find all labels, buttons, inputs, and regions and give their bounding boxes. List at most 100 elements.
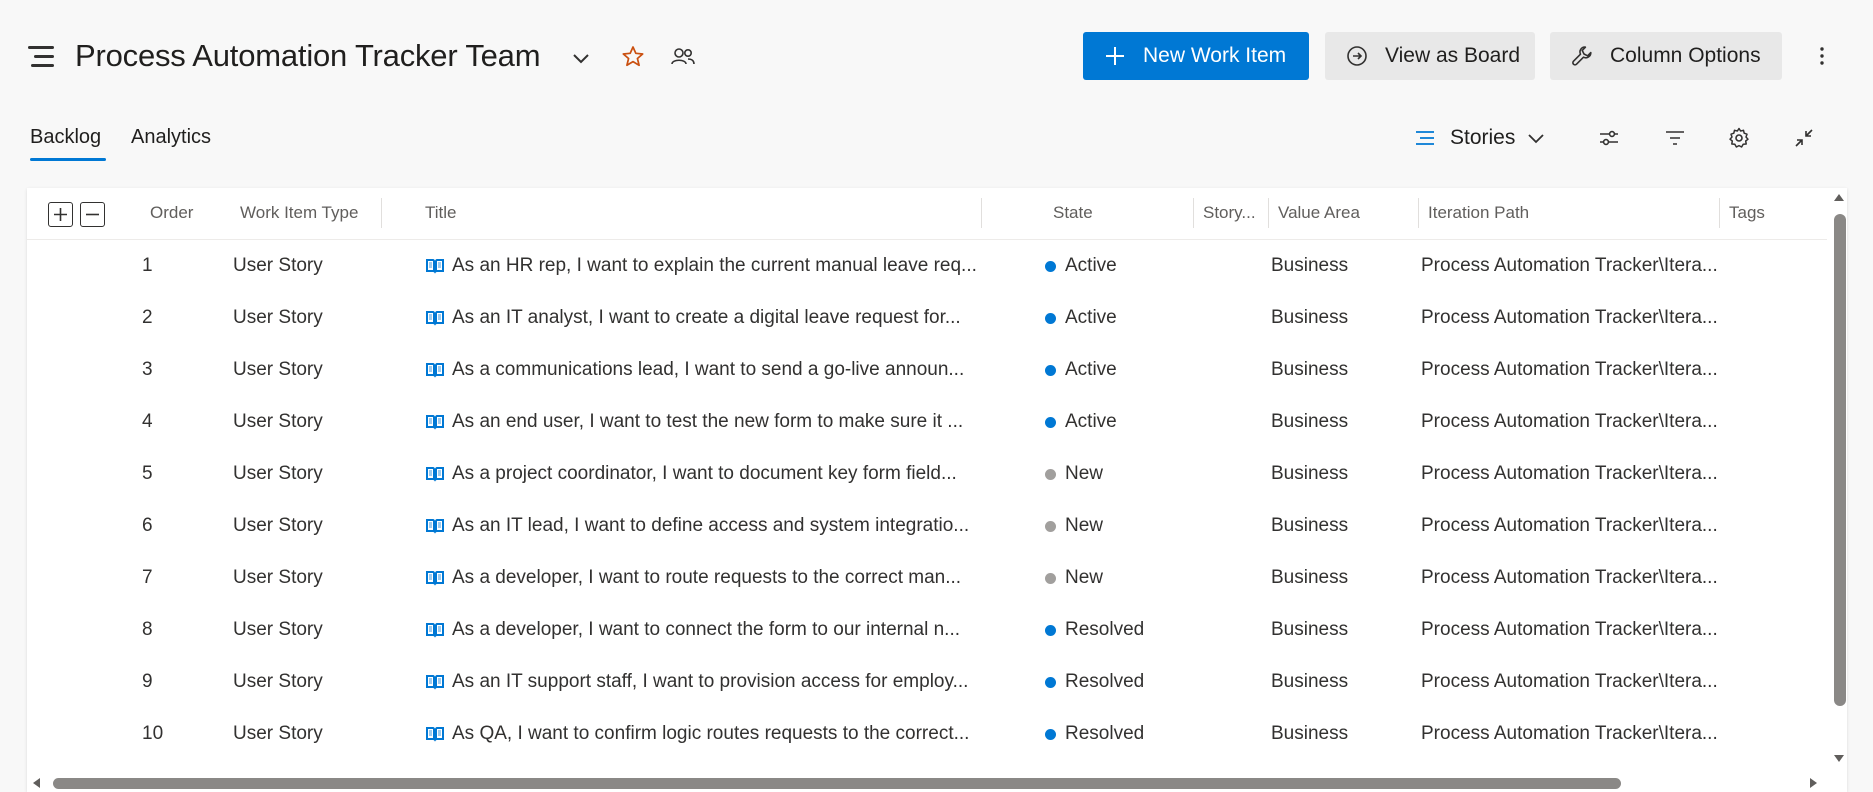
state-label: Active — [1065, 411, 1117, 432]
team-members-icon[interactable] — [669, 44, 699, 72]
user-story-book-icon — [426, 415, 444, 430]
title-cell[interactable]: As an IT analyst, I want to create a dig… — [424, 307, 1009, 329]
title-cell[interactable]: As an end user, I want to test the new f… — [424, 411, 1009, 433]
work-item-type-cell: User Story — [233, 411, 323, 432]
title-link[interactable]: As a developer, I want to route requests… — [452, 567, 961, 589]
table-row[interactable]: 5 User Story As a project coordinator, I w… — [27, 449, 1827, 501]
state-dot — [1045, 572, 1056, 584]
scroll-up-arrow-icon[interactable] — [1833, 192, 1845, 202]
iteration-path-cell: Process Automation Tracker\Itera... — [1421, 723, 1718, 744]
state-dot — [1045, 416, 1056, 428]
column-header-tags[interactable]: Tags — [1729, 203, 1765, 223]
column-divider[interactable] — [1719, 198, 1720, 228]
column-header-state[interactable]: State — [1053, 203, 1093, 223]
title-link[interactable]: As an HR rep, I want to explain the curr… — [452, 255, 977, 277]
iteration-path-cell: Process Automation Tracker\Itera... — [1421, 255, 1718, 276]
value-area-cell: Business — [1271, 411, 1349, 432]
title-link[interactable]: As a developer, I want to connect the fo… — [452, 619, 960, 641]
user-story-book-icon — [426, 259, 444, 274]
backlog-level-label: Stories — [1450, 126, 1516, 149]
collapse-all-icon[interactable] — [80, 202, 105, 227]
vertical-scrollbar-thumb[interactable] — [1834, 214, 1846, 706]
title-link[interactable]: As QA, I want to confirm logic routes re… — [452, 723, 969, 745]
state-dot — [1045, 364, 1056, 376]
state-cell[interactable]: Resolved — [1045, 671, 1144, 693]
scroll-right-arrow-icon[interactable] — [1809, 777, 1819, 789]
column-header-title[interactable]: Title — [425, 203, 457, 223]
backlog-level-selector[interactable]: Stories — [1414, 122, 1547, 154]
state-cell[interactable]: Resolved — [1045, 619, 1144, 641]
order-cell: 4 — [142, 411, 153, 432]
title-link[interactable]: As an IT lead, I want to define access a… — [452, 515, 969, 537]
table-row[interactable]: 7 User Story As a developer, I want to rou… — [27, 553, 1827, 605]
iteration-path-cell: Process Automation Tracker\Itera... — [1421, 307, 1718, 328]
filter-icon[interactable] — [1661, 124, 1689, 152]
favorite-star-icon[interactable] — [620, 44, 648, 72]
column-header-value-area[interactable]: Value Area — [1278, 203, 1360, 223]
chevron-down-icon — [1525, 127, 1547, 149]
table-row[interactable]: 1 User Story As an HR rep, I want to expla… — [27, 241, 1827, 293]
title-cell[interactable]: As a project coordinator, I want to docu… — [424, 463, 1009, 485]
horizontal-scrollbar-thumb[interactable] — [53, 778, 1621, 789]
state-cell[interactable]: New — [1045, 515, 1103, 537]
value-area-cell: Business — [1271, 359, 1349, 380]
selected-tab-indicator — [30, 158, 106, 161]
view-options-sliders-icon[interactable] — [1595, 124, 1623, 152]
table-row[interactable]: 4 User Story As an end user, I want to tes… — [27, 397, 1827, 449]
tab-backlog[interactable]: Backlog — [30, 126, 101, 149]
state-cell[interactable]: New — [1045, 567, 1103, 589]
table-row[interactable]: 2 User Story As an IT analyst, I want to c… — [27, 293, 1827, 345]
column-divider[interactable] — [1268, 198, 1269, 228]
expand-all-icon[interactable] — [48, 202, 73, 227]
title-link[interactable]: As a communications lead, I want to send… — [452, 359, 964, 381]
column-options-button[interactable]: Column Options — [1550, 32, 1782, 80]
table-row[interactable]: 8 User Story As a developer, I want to con… — [27, 605, 1827, 657]
table-row[interactable]: 10 User Story As QA, I want to confirm log… — [27, 709, 1827, 761]
title-cell[interactable]: As an IT support staff, I want to provis… — [424, 671, 1009, 693]
state-cell[interactable]: Active — [1045, 359, 1117, 381]
table-row[interactable]: 9 User Story As an IT support staff, I wan… — [27, 657, 1827, 709]
state-label: Active — [1065, 307, 1117, 328]
column-header-order[interactable]: Order — [150, 203, 193, 223]
settings-gear-icon[interactable] — [1725, 124, 1753, 152]
scroll-down-arrow-icon[interactable] — [1833, 754, 1845, 764]
new-work-item-button[interactable]: New Work Item — [1083, 32, 1309, 80]
team-picker-chevron-down-icon[interactable] — [568, 46, 594, 72]
order-cell: 2 — [142, 307, 153, 328]
title-cell[interactable]: As a developer, I want to connect the fo… — [424, 619, 1009, 641]
title-cell[interactable]: As an HR rep, I want to explain the curr… — [424, 255, 1009, 277]
table-row[interactable]: 6 User Story As an IT lead, I want to defi… — [27, 501, 1827, 553]
title-cell[interactable]: As QA, I want to confirm logic routes re… — [424, 723, 1009, 745]
work-item-type-cell: User Story — [233, 515, 323, 536]
title-cell[interactable]: As a developer, I want to route requests… — [424, 567, 1009, 589]
column-header-work-item-type[interactable]: Work Item Type — [240, 203, 358, 223]
title-link[interactable]: As an IT support staff, I want to provis… — [452, 671, 968, 693]
horizontal-scrollbar[interactable] — [27, 774, 1827, 792]
user-story-book-icon — [426, 467, 444, 482]
state-cell[interactable]: Active — [1045, 255, 1117, 277]
column-divider[interactable] — [381, 198, 382, 228]
title-link[interactable]: As an IT analyst, I want to create a dig… — [452, 307, 961, 329]
more-actions-icon[interactable] — [1808, 42, 1836, 70]
title-link[interactable]: As an end user, I want to test the new f… — [452, 411, 963, 433]
scroll-left-arrow-icon[interactable] — [31, 777, 41, 789]
state-cell[interactable]: New — [1045, 463, 1103, 485]
user-story-book-icon — [426, 675, 444, 690]
title-cell[interactable]: As an IT lead, I want to define access a… — [424, 515, 1009, 537]
view-as-board-button[interactable]: View as Board — [1325, 32, 1535, 80]
collapse-nav-button[interactable] — [28, 46, 56, 68]
column-header-story-points[interactable]: Story... — [1203, 203, 1256, 223]
column-divider[interactable] — [1418, 198, 1419, 228]
column-divider[interactable] — [1193, 198, 1194, 228]
title-cell[interactable]: As a communications lead, I want to send… — [424, 359, 1009, 381]
collapse-fullscreen-icon[interactable] — [1790, 124, 1818, 152]
vertical-scrollbar[interactable] — [1830, 188, 1847, 768]
table-row[interactable]: 3 User Story As a communications lead, I w… — [27, 345, 1827, 397]
tab-analytics[interactable]: Analytics — [131, 126, 211, 149]
state-cell[interactable]: Resolved — [1045, 723, 1144, 745]
title-link[interactable]: As a project coordinator, I want to docu… — [452, 463, 957, 485]
state-cell[interactable]: Active — [1045, 307, 1117, 329]
state-cell[interactable]: Active — [1045, 411, 1117, 433]
column-divider[interactable] — [981, 198, 982, 228]
column-header-iteration-path[interactable]: Iteration Path — [1428, 203, 1529, 223]
